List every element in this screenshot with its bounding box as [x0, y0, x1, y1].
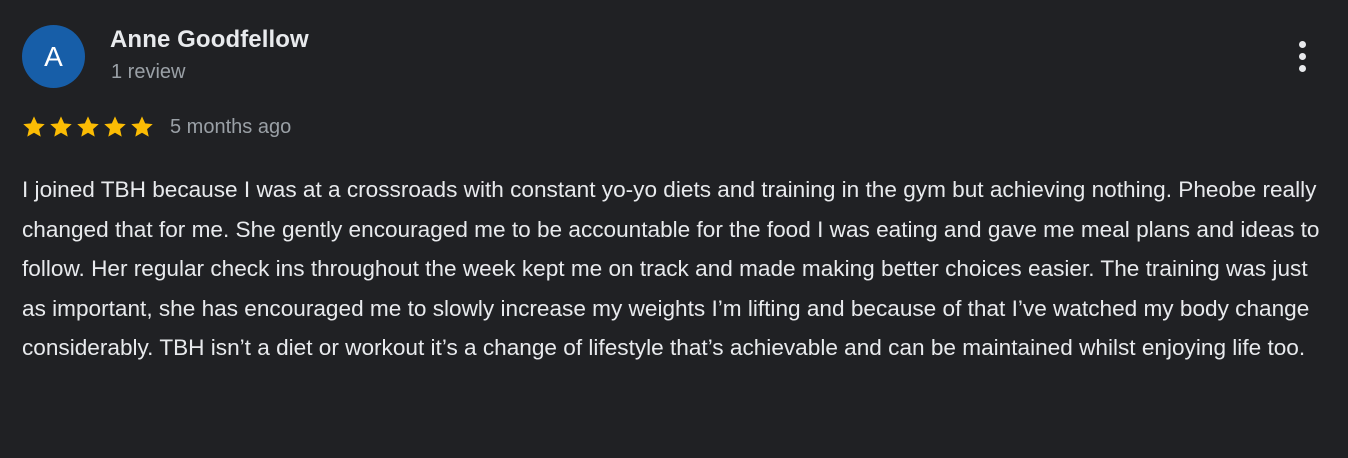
star-icon — [75, 114, 101, 140]
review-count[interactable]: 1 review — [111, 61, 185, 84]
star-icon — [21, 114, 47, 140]
star-icon — [48, 114, 74, 140]
rating-row: 5 months ago — [21, 113, 291, 141]
avatar[interactable]: A — [22, 25, 85, 88]
more-vertical-icon-dot — [1298, 64, 1306, 72]
star-rating — [21, 114, 155, 140]
star-icon — [129, 114, 155, 140]
star-icon — [102, 114, 128, 140]
avatar-letter: A — [44, 40, 63, 72]
more-vertical-icon — [1298, 40, 1306, 48]
reviewer-name[interactable]: Anne Goodfellow — [110, 26, 309, 54]
review-card: A Anne Goodfellow 1 review 5 months ago … — [0, 0, 1348, 458]
review-date: 5 months ago — [170, 115, 292, 138]
review-text: I joined TBH because I was at a crossroa… — [22, 177, 1320, 361]
more-vertical-icon-dot — [1298, 52, 1306, 60]
more-options-button[interactable] — [1282, 36, 1322, 76]
